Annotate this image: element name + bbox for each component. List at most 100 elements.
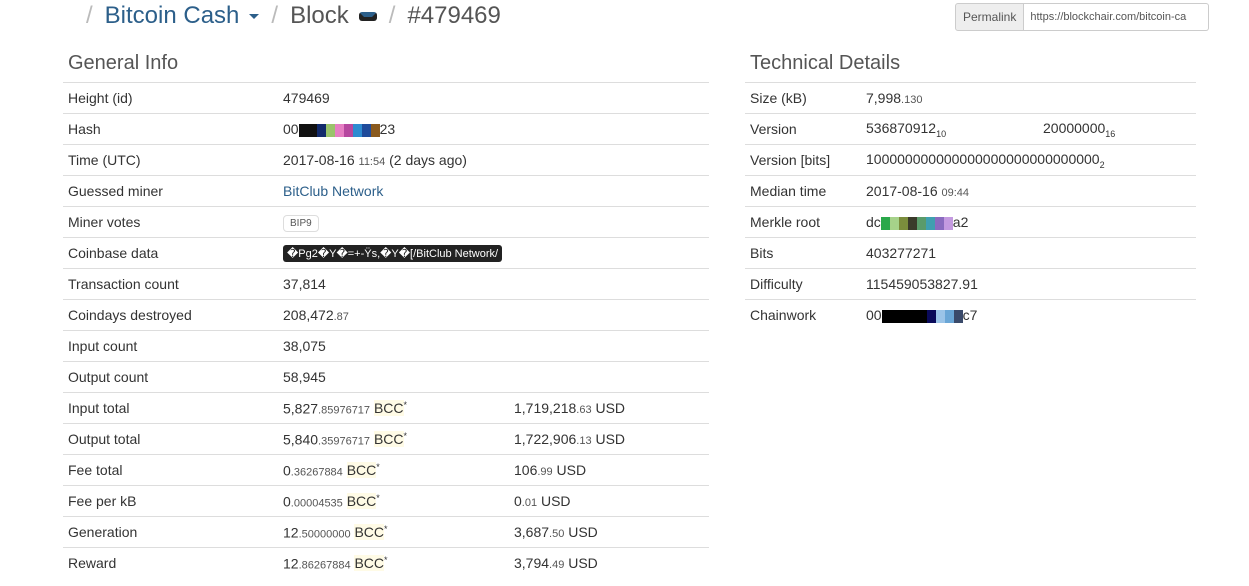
color-block bbox=[899, 309, 909, 323]
usd-frac: .50 bbox=[549, 528, 565, 540]
table-row: Miner votes BIP9 bbox=[63, 206, 709, 238]
amount-frac: .85976717 bbox=[318, 404, 371, 417]
table-row: Time (UTC) 2017-08-16 11:54 (2 days ago) bbox=[63, 144, 709, 176]
color-block bbox=[325, 123, 335, 137]
table-row: Fee per kB 0.00004535 BCC* 0.01 USD bbox=[63, 485, 709, 517]
amount-int: 12 bbox=[283, 524, 299, 541]
row-label: Fee per kB bbox=[63, 485, 278, 517]
color-block bbox=[881, 309, 891, 323]
usd-unit: USD bbox=[540, 493, 571, 509]
permalink-group: Permalink https://blockchair.com/bitcoin… bbox=[955, 3, 1210, 31]
table-row: Chainwork 00 c7 bbox=[745, 299, 1196, 330]
technical-details-table: Size (kB) 7,998.130 Version 53687091210 … bbox=[745, 82, 1196, 330]
table-row: Output count 58,945 bbox=[63, 361, 709, 393]
color-block bbox=[934, 216, 944, 230]
table-row: Guessed miner BitClub Network bbox=[63, 175, 709, 207]
chainwork-suffix: c7 bbox=[962, 307, 978, 323]
version-hex: 20000000 bbox=[1043, 119, 1106, 136]
row-label: Size (kB) bbox=[745, 82, 861, 114]
general-info-table: Height (id) 479469 Hash 00 23 Time (UTC) … bbox=[63, 82, 709, 578]
table-row: Transaction count 37,814 bbox=[63, 268, 709, 300]
general-info-title: General Info bbox=[68, 52, 179, 74]
color-block bbox=[926, 309, 936, 323]
chevron-down-icon[interactable] bbox=[249, 13, 260, 19]
amount-frac: .35976717 bbox=[318, 435, 371, 448]
miner-link[interactable]: BitClub Network bbox=[283, 183, 383, 199]
size-frac: .130 bbox=[901, 94, 923, 106]
breadcrumb: / Bitcoin Cash / Block / #479469 bbox=[74, 0, 501, 32]
unit-label: BCC bbox=[373, 400, 404, 417]
usd-frac: .99 bbox=[537, 466, 553, 478]
table-row: Input count 38,075 bbox=[63, 330, 709, 362]
row-label: Time (UTC) bbox=[63, 144, 278, 176]
usd-frac: .13 bbox=[576, 435, 592, 447]
color-block bbox=[361, 123, 371, 137]
permalink-button[interactable]: Permalink bbox=[955, 3, 1025, 31]
chainwork-value[interactable]: 00 c7 bbox=[861, 299, 1196, 330]
merkle-value[interactable]: dc a2 bbox=[861, 206, 1196, 238]
page-title: #479469 bbox=[407, 2, 501, 29]
time-ago: (2 days ago) bbox=[389, 152, 467, 168]
bip9-badge: BIP9 bbox=[283, 214, 319, 232]
usd-int: 3,794 bbox=[514, 555, 550, 571]
unit-label: BCC bbox=[346, 462, 377, 479]
color-block bbox=[334, 123, 344, 137]
row-label: Input total bbox=[63, 392, 278, 424]
usd-unit: USD bbox=[568, 524, 598, 540]
color-block bbox=[944, 309, 954, 323]
section-dropdown[interactable]: Block bbox=[290, 2, 377, 30]
usd-unit: USD bbox=[568, 555, 598, 571]
section-label[interactable]: Block bbox=[290, 2, 349, 30]
version-hex-base: 16 bbox=[1105, 128, 1116, 139]
usd-unit: USD bbox=[595, 400, 626, 416]
difficulty-value: 115459053827.91 bbox=[861, 268, 1196, 300]
usd-frac: .49 bbox=[549, 559, 565, 571]
row-label: Guessed miner bbox=[63, 175, 278, 207]
row-label: Input count bbox=[63, 330, 278, 362]
color-block bbox=[943, 216, 953, 230]
breadcrumb-separator: / bbox=[271, 2, 279, 29]
color-block bbox=[352, 123, 362, 137]
color-block bbox=[343, 123, 353, 137]
time-date: 2017-08-16 bbox=[283, 152, 355, 168]
amount-frac: .50000000 bbox=[298, 528, 351, 541]
table-row: Input total 5,827.85976717 BCC* 1,719,21… bbox=[63, 392, 709, 424]
asterisk-icon: * bbox=[384, 523, 388, 534]
asterisk-icon: * bbox=[376, 461, 380, 472]
amount-frac: .36267884 bbox=[290, 466, 343, 479]
time-clock: 11:54 bbox=[358, 156, 386, 168]
color-block bbox=[917, 309, 927, 323]
asterisk-icon: * bbox=[384, 554, 388, 565]
chevron-down-icon[interactable] bbox=[358, 11, 377, 21]
amount-frac: .00004535 bbox=[290, 497, 343, 510]
permalink-field[interactable]: https://blockchair.com/bitcoin-ca bbox=[1024, 3, 1210, 31]
technical-details-title: Technical Details bbox=[750, 52, 901, 74]
output-count-value: 58,945 bbox=[278, 361, 509, 393]
amount-frac: .86267884 bbox=[298, 559, 351, 572]
coin-dropdown[interactable]: Bitcoin Cash bbox=[105, 2, 260, 30]
usd-int: 0 bbox=[514, 493, 522, 509]
version-dec: 536870912 bbox=[866, 119, 937, 136]
table-row: Output total 5,840.35976717 BCC* 1,722,9… bbox=[63, 423, 709, 455]
tx-count-value: 37,814 bbox=[278, 268, 509, 300]
chainwork-prefix: 00 bbox=[866, 307, 882, 323]
breadcrumb-separator: / bbox=[388, 2, 396, 29]
row-label: Reward bbox=[63, 547, 278, 578]
color-block bbox=[898, 216, 908, 230]
color-block bbox=[916, 216, 926, 230]
size-int: 7,998 bbox=[866, 90, 902, 106]
unit-label: BCC bbox=[346, 493, 377, 510]
table-row: Version [bits] 1000000000000000000000000… bbox=[745, 144, 1196, 176]
table-row: Hash 00 23 bbox=[63, 113, 709, 145]
row-label: Chainwork bbox=[745, 299, 861, 330]
row-label: Coindays destroyed bbox=[63, 299, 278, 331]
usd-int: 3,687 bbox=[514, 524, 550, 540]
usd-unit: USD bbox=[595, 431, 626, 447]
median-clock: 09:44 bbox=[941, 187, 970, 199]
hash-value[interactable]: 00 23 bbox=[278, 113, 509, 145]
color-block bbox=[316, 123, 326, 137]
table-row: Size (kB) 7,998.130 bbox=[745, 82, 1196, 114]
coin-label[interactable]: Bitcoin Cash bbox=[105, 2, 240, 30]
row-label: Generation bbox=[63, 516, 278, 548]
hash-color-blocks bbox=[298, 123, 380, 137]
